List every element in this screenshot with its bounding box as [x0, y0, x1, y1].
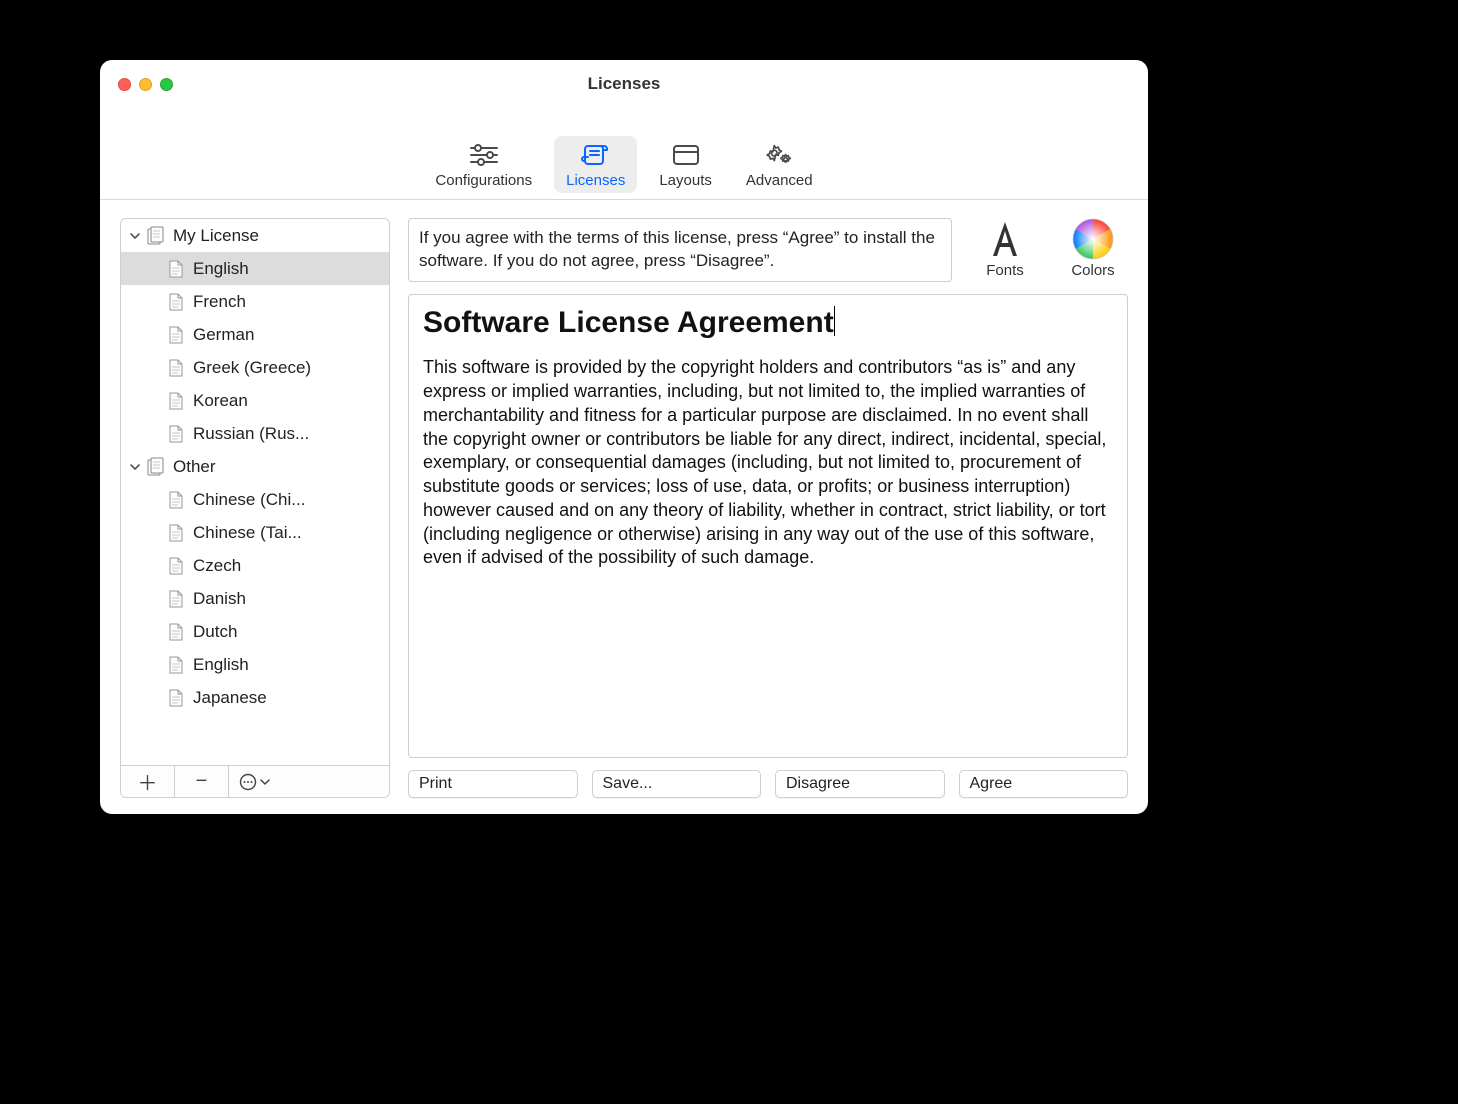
window-icon [671, 142, 701, 168]
license-body-text: This software is provided by the copyrig… [423, 356, 1113, 570]
text-caret [834, 306, 835, 336]
color-wheel-icon [1072, 218, 1114, 260]
document-icon [167, 688, 185, 708]
tree-item-japanese[interactable]: Japanese [121, 681, 389, 714]
save-label-field[interactable]: Save... [592, 770, 762, 798]
license-text-editor[interactable]: Software License Agreement This software… [408, 294, 1128, 758]
tab-configurations[interactable]: Configurations [423, 136, 544, 193]
zoom-window-button[interactable] [160, 78, 173, 91]
disagree-label-field[interactable]: Disagree [775, 770, 945, 798]
tab-layouts[interactable]: Layouts [647, 136, 724, 193]
fonts-label: Fonts [986, 262, 1024, 279]
license-heading: Software License Agreement [423, 303, 835, 343]
tree-item-label: Danish [193, 589, 246, 609]
document-icon [167, 292, 185, 312]
document-stack-icon [147, 226, 165, 246]
tree-item-greek[interactable]: Greek (Greece) [121, 351, 389, 384]
tree-group-label: My License [173, 226, 259, 246]
document-icon [167, 358, 185, 378]
instructions-field[interactable]: If you agree with the terms of this lice… [408, 218, 952, 282]
sidebar-toolbar: ＋ − [121, 765, 389, 797]
tree-item-english[interactable]: English [121, 252, 389, 285]
tree-item-label: French [193, 292, 246, 312]
tab-label: Layouts [659, 172, 712, 189]
tab-licenses[interactable]: Licenses [554, 136, 637, 193]
gears-icon [764, 142, 794, 168]
ellipsis-circle-icon [239, 773, 270, 791]
tab-advanced[interactable]: Advanced [734, 136, 825, 193]
content-area: My License English French German Greek (… [100, 200, 1148, 814]
tree-item-label: German [193, 325, 254, 345]
close-window-button[interactable] [118, 78, 131, 91]
main-panel: If you agree with the terms of this lice… [408, 218, 1128, 798]
tree-item-label: English [193, 655, 249, 675]
tree-item-label: Russian (Rus... [193, 424, 309, 444]
document-stack-icon [147, 457, 165, 477]
agree-label-field[interactable]: Agree [959, 770, 1129, 798]
tab-label: Licenses [566, 172, 625, 189]
plus-icon: ＋ [138, 767, 158, 796]
tree-group-label: Other [173, 457, 216, 477]
tree-item-label: Korean [193, 391, 248, 411]
fonts-button[interactable]: Fonts [970, 218, 1040, 279]
tree-item-dutch[interactable]: Dutch [121, 615, 389, 648]
action-menu-button[interactable] [229, 766, 389, 797]
tree-item-russian[interactable]: Russian (Rus... [121, 417, 389, 450]
minus-icon: − [196, 770, 208, 793]
preferences-window: Licenses Configurations [100, 60, 1148, 814]
document-icon [167, 556, 185, 576]
colors-label: Colors [1071, 262, 1114, 279]
font-icon [984, 218, 1026, 260]
tree-item-label: Greek (Greece) [193, 358, 311, 378]
scroll-icon [581, 142, 611, 168]
titlebar: Licenses [100, 60, 1148, 108]
tab-label: Advanced [746, 172, 813, 189]
document-icon [167, 523, 185, 543]
tree-item-chinese-taiwan[interactable]: Chinese (Tai... [121, 516, 389, 549]
document-icon [167, 259, 185, 279]
tree-item-label: Chinese (Tai... [193, 523, 302, 543]
license-tree[interactable]: My License English French German Greek (… [121, 219, 389, 765]
minimize-window-button[interactable] [139, 78, 152, 91]
document-icon [167, 655, 185, 675]
tree-item-label: Japanese [193, 688, 267, 708]
document-icon [167, 424, 185, 444]
tree-item-english-other[interactable]: English [121, 648, 389, 681]
remove-button[interactable]: − [175, 766, 229, 797]
tree-item-label: Czech [193, 556, 241, 576]
tree-group-other[interactable]: Other [121, 450, 389, 483]
tree-item-czech[interactable]: Czech [121, 549, 389, 582]
chevron-down-icon [260, 777, 270, 787]
tree-item-german[interactable]: German [121, 318, 389, 351]
colors-button[interactable]: Colors [1058, 218, 1128, 279]
tree-item-label: English [193, 259, 249, 279]
add-button[interactable]: ＋ [121, 766, 175, 797]
print-label-field[interactable]: Print [408, 770, 578, 798]
toolbar: Configurations Licenses [100, 108, 1148, 200]
document-icon [167, 325, 185, 345]
window-controls [118, 78, 173, 91]
document-icon [167, 589, 185, 609]
button-row: Print Save... Disagree Agree [408, 770, 1128, 798]
tree-group-my-license[interactable]: My License [121, 219, 389, 252]
tree-item-label: Dutch [193, 622, 237, 642]
chevron-down-icon[interactable] [127, 228, 143, 244]
tree-item-danish[interactable]: Danish [121, 582, 389, 615]
document-icon [167, 391, 185, 411]
sliders-icon [469, 142, 499, 168]
document-icon [167, 490, 185, 510]
tree-item-label: Chinese (Chi... [193, 490, 305, 510]
tree-item-french[interactable]: French [121, 285, 389, 318]
tab-label: Configurations [435, 172, 532, 189]
chevron-down-icon[interactable] [127, 459, 143, 475]
document-icon [167, 622, 185, 642]
licenses-sidebar: My License English French German Greek (… [120, 218, 390, 798]
window-title: Licenses [100, 74, 1148, 94]
tree-item-korean[interactable]: Korean [121, 384, 389, 417]
tree-item-chinese-china[interactable]: Chinese (Chi... [121, 483, 389, 516]
top-row: If you agree with the terms of this lice… [408, 218, 1128, 282]
